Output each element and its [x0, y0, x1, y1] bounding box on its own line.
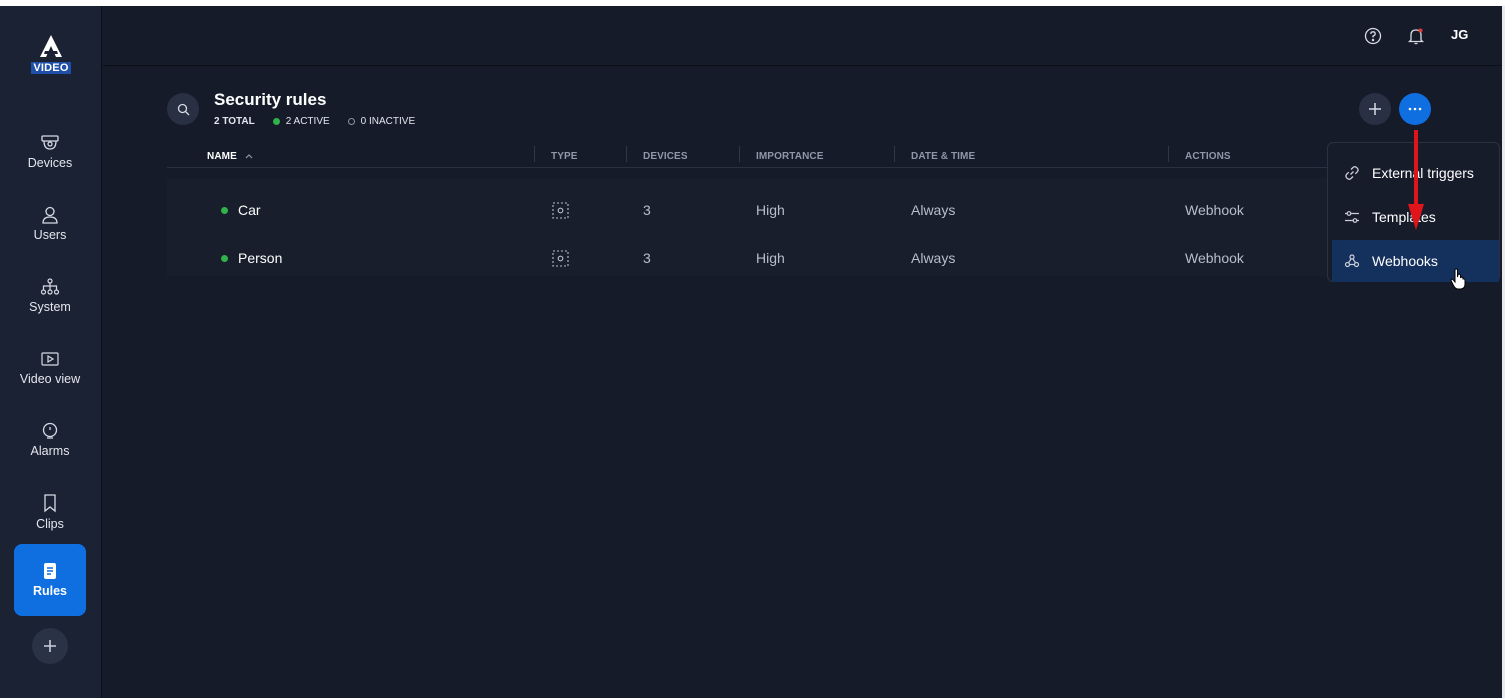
sidebar-item-label: Alarms: [30, 444, 70, 458]
rule-stats: 2 TOTAL 2 ACTIVE 0 INACTIVE: [214, 116, 433, 127]
alarm-icon: [42, 422, 58, 439]
help-icon[interactable]: [1363, 26, 1383, 46]
table-row[interactable]: Person 3 High Always Webhook: [167, 234, 1337, 282]
inactive-filter[interactable]: 0 INACTIVE: [347, 116, 416, 127]
devices-count: 3: [643, 202, 651, 218]
plus-icon: [1369, 103, 1381, 115]
menu-item-label: Templates: [1372, 209, 1436, 225]
user-icon: [42, 206, 58, 224]
sidebar-item-alarms[interactable]: Alarms: [14, 408, 86, 472]
network-icon: [40, 278, 60, 295]
logo[interactable]: VIDEO: [0, 34, 102, 76]
column-header-type[interactable]: TYPE: [551, 148, 578, 164]
add-rule-button[interactable]: [1359, 93, 1391, 125]
rule-name: Person: [221, 234, 282, 282]
webhook-icon: [1344, 254, 1360, 268]
bookmark-icon: [44, 494, 56, 513]
sidebar-item-system[interactable]: System: [14, 264, 86, 328]
sidebar-item-label: Clips: [36, 517, 64, 531]
devices-count: 3: [643, 250, 651, 266]
table-row[interactable]: Car 3 High Always Webhook: [167, 186, 1337, 234]
column-header-date-time[interactable]: DATE & TIME: [911, 148, 975, 164]
sidebar-item-video-view[interactable]: Video view: [14, 336, 86, 400]
rules-table: Car 3 High Always Webhook Person 3 High …: [167, 178, 1337, 276]
document-icon: [44, 563, 56, 579]
column-divider: [1168, 146, 1169, 162]
topbar: JG: [103, 6, 1502, 66]
play-icon: [41, 352, 59, 366]
page-title: Security rules: [214, 90, 327, 109]
column-divider: [894, 146, 895, 162]
hand-cursor-icon: [1450, 268, 1466, 290]
sidebar-item-label: Rules: [32, 584, 68, 598]
sidebar-item-clips[interactable]: Clips: [14, 480, 86, 544]
sidebar-item-users[interactable]: Users: [14, 192, 86, 256]
inactive-dot: [347, 118, 355, 125]
rule-name: Car: [221, 186, 261, 234]
importance: High: [756, 202, 785, 218]
annotation-arrow: [1408, 130, 1424, 230]
type-icon: [552, 234, 569, 282]
sliders-icon: [1345, 211, 1359, 223]
column-divider: [534, 146, 535, 162]
table-header: NAME TYPE DEVICES IMPORTANCE DATE & TIME…: [167, 144, 1337, 168]
active-count: 2 ACTIVE: [285, 116, 330, 127]
more-options-button[interactable]: [1399, 93, 1431, 125]
search-icon: [177, 103, 189, 115]
search-button[interactable]: [167, 93, 199, 125]
more-icon: [1408, 107, 1422, 111]
plus-icon: [44, 640, 56, 652]
column-divider: [626, 146, 627, 162]
avatar[interactable]: JG: [1451, 27, 1468, 42]
logo-text: VIDEO: [31, 62, 71, 74]
app-window: VIDEO Devices Users System Video view Al…: [0, 6, 1505, 698]
active-dot: [272, 118, 280, 125]
inactive-count: 0 INACTIVE: [360, 116, 416, 127]
link-icon: [1345, 166, 1359, 180]
column-header-actions[interactable]: ACTIONS: [1185, 148, 1231, 164]
logo-icon: [40, 35, 62, 57]
type-icon: [552, 186, 569, 234]
column-header-name[interactable]: NAME: [207, 148, 253, 164]
sidebar-item-label: Video view: [19, 372, 81, 386]
sidebar-item-rules[interactable]: Rules: [14, 544, 86, 616]
menu-item-label: Webhooks: [1372, 253, 1438, 269]
add-button[interactable]: [32, 628, 68, 664]
actions: Webhook: [1185, 202, 1244, 218]
sort-ascending-icon: [245, 154, 253, 159]
sidebar: VIDEO Devices Users System Video view Al…: [0, 6, 102, 698]
status-dot: [221, 206, 228, 214]
column-header-devices[interactable]: DEVICES: [643, 148, 688, 164]
sidebar-item-devices[interactable]: Devices: [14, 120, 86, 184]
camera-icon: [41, 135, 59, 150]
column-header-importance[interactable]: IMPORTANCE: [756, 148, 823, 164]
status-dot: [221, 254, 228, 262]
sidebar-item-label: Devices: [27, 156, 73, 170]
importance: High: [756, 250, 785, 266]
date-time: Always: [911, 202, 956, 218]
sidebar-item-label: Users: [33, 228, 67, 242]
column-divider: [739, 146, 740, 162]
bell-icon[interactable]: [1406, 26, 1426, 46]
sidebar-item-label: System: [29, 300, 71, 314]
actions: Webhook: [1185, 250, 1244, 266]
menu-item-webhooks[interactable]: Webhooks: [1332, 240, 1499, 282]
total-count: 2 TOTAL: [214, 116, 255, 127]
date-time: Always: [911, 250, 956, 266]
active-filter[interactable]: 2 ACTIVE: [272, 116, 330, 127]
